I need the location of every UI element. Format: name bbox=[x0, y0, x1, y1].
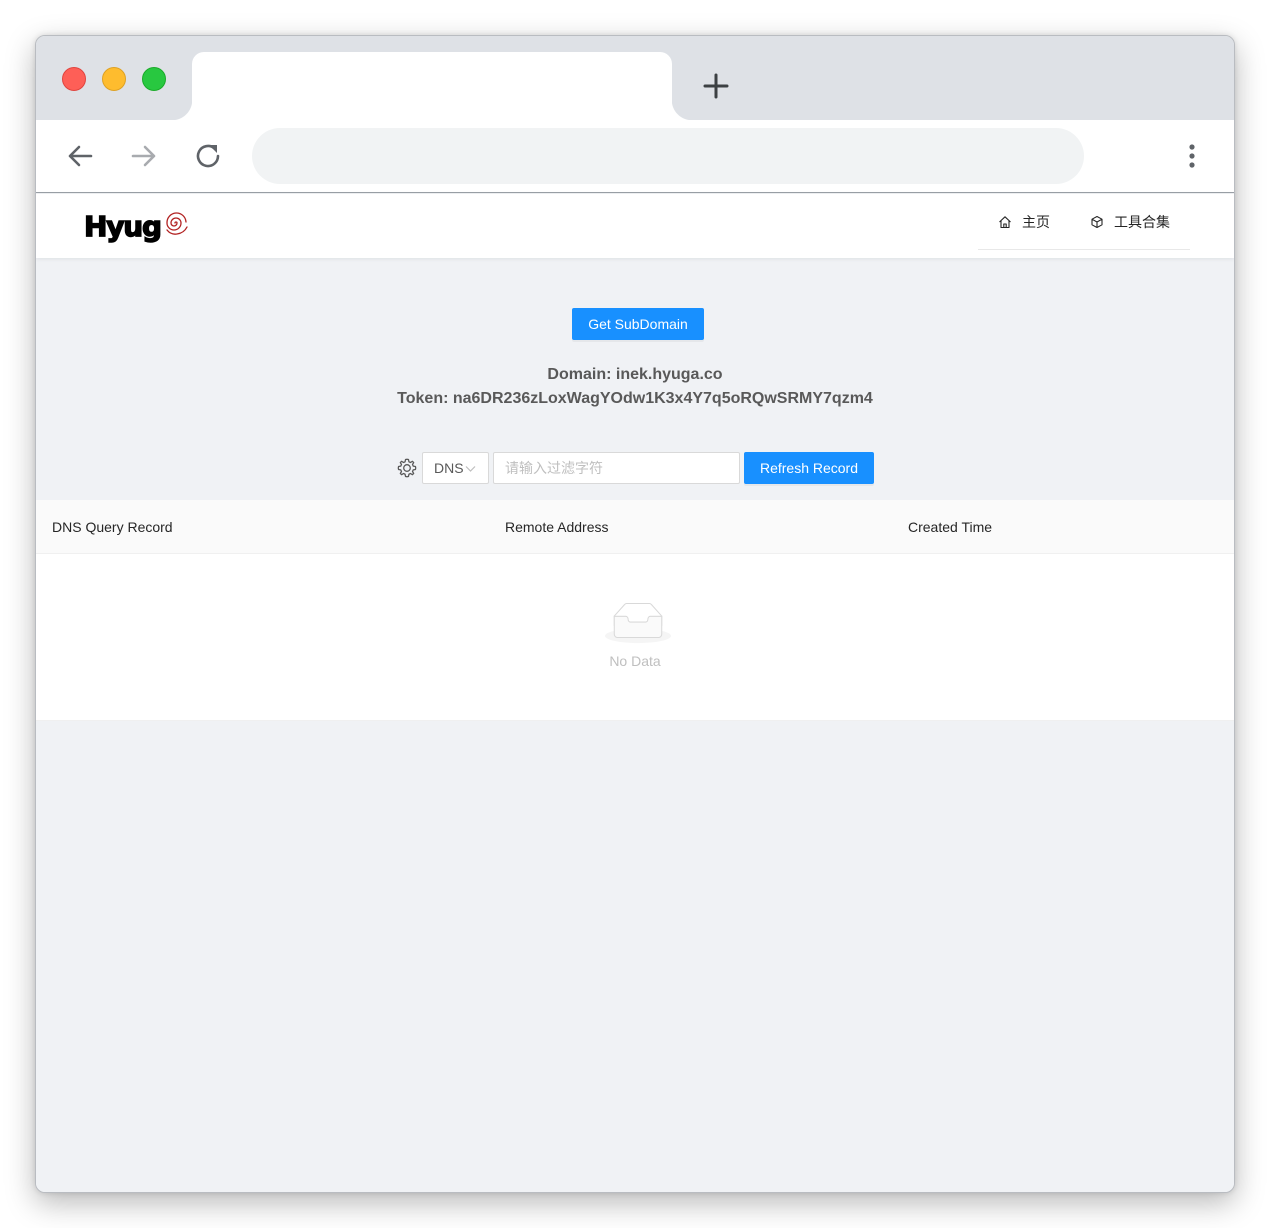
site-header: Hyug 主页 工具合集 bbox=[36, 194, 1234, 258]
home-icon bbox=[999, 215, 1011, 228]
tab-strip bbox=[36, 36, 1234, 120]
empty-state-text: No Data bbox=[609, 653, 661, 669]
site-logo[interactable]: Hyug bbox=[83, 208, 189, 244]
forward-arrow-icon[interactable] bbox=[128, 140, 160, 172]
filter-input[interactable] bbox=[493, 452, 740, 484]
column-header-dns-query: DNS Query Record bbox=[52, 519, 173, 535]
record-type-select[interactable]: DNS bbox=[422, 452, 489, 484]
page-content: Hyug 主页 工具合集 Get SubDomain Domain: inek.… bbox=[36, 194, 1234, 1192]
record-type-selected: DNS bbox=[434, 460, 464, 476]
new-tab-plus-icon[interactable] bbox=[700, 70, 732, 102]
chevron-down-icon bbox=[465, 466, 476, 472]
maximize-window-button[interactable] bbox=[142, 67, 166, 91]
browser-window: Hyug 主页 工具合集 Get SubDomain Domain: inek.… bbox=[35, 35, 1235, 1193]
column-header-created-time: Created Time bbox=[908, 519, 993, 535]
token-info: Token: na6DR236zLoxWagYOdw1K3x4Y7q5oRQwS… bbox=[397, 390, 873, 407]
reload-icon[interactable] bbox=[192, 140, 224, 172]
table-body: No Data bbox=[36, 554, 1234, 721]
gear-icon[interactable] bbox=[396, 457, 418, 479]
browser-tab-active[interactable] bbox=[172, 52, 692, 120]
browser-toolbar bbox=[36, 120, 1234, 193]
column-header-remote-address: Remote Address bbox=[505, 519, 609, 535]
refresh-record-button[interactable]: Refresh Record bbox=[744, 452, 874, 484]
filter-bar: DNS Refresh Record bbox=[36, 452, 1234, 484]
nav-label-tools: 工具合集 bbox=[1114, 213, 1170, 230]
table-header: DNS Query Record Remote Address Created … bbox=[36, 500, 1234, 554]
nav-label-home: 主页 bbox=[1022, 213, 1050, 230]
nav-item-home[interactable]: 主页 bbox=[998, 194, 1050, 249]
get-subdomain-button[interactable]: Get SubDomain bbox=[572, 308, 704, 340]
logo-text: Hyug bbox=[83, 209, 162, 243]
address-bar-input[interactable] bbox=[252, 128, 1084, 184]
nav-item-tools[interactable]: 工具合集 bbox=[1090, 194, 1170, 249]
cube-icon bbox=[1091, 215, 1103, 228]
minimize-window-button[interactable] bbox=[102, 67, 126, 91]
top-navigation: 主页 工具合集 bbox=[978, 194, 1190, 250]
domain-info: Domain: inek.hyuga.co bbox=[547, 366, 723, 383]
empty-inbox-icon bbox=[605, 602, 671, 644]
close-window-button[interactable] bbox=[62, 67, 86, 91]
more-menu-kebab-icon[interactable] bbox=[1176, 140, 1208, 172]
back-arrow-icon[interactable] bbox=[64, 140, 96, 172]
logo-swirl-icon bbox=[166, 212, 188, 235]
records-table: DNS Query Record Remote Address Created … bbox=[36, 500, 1234, 721]
